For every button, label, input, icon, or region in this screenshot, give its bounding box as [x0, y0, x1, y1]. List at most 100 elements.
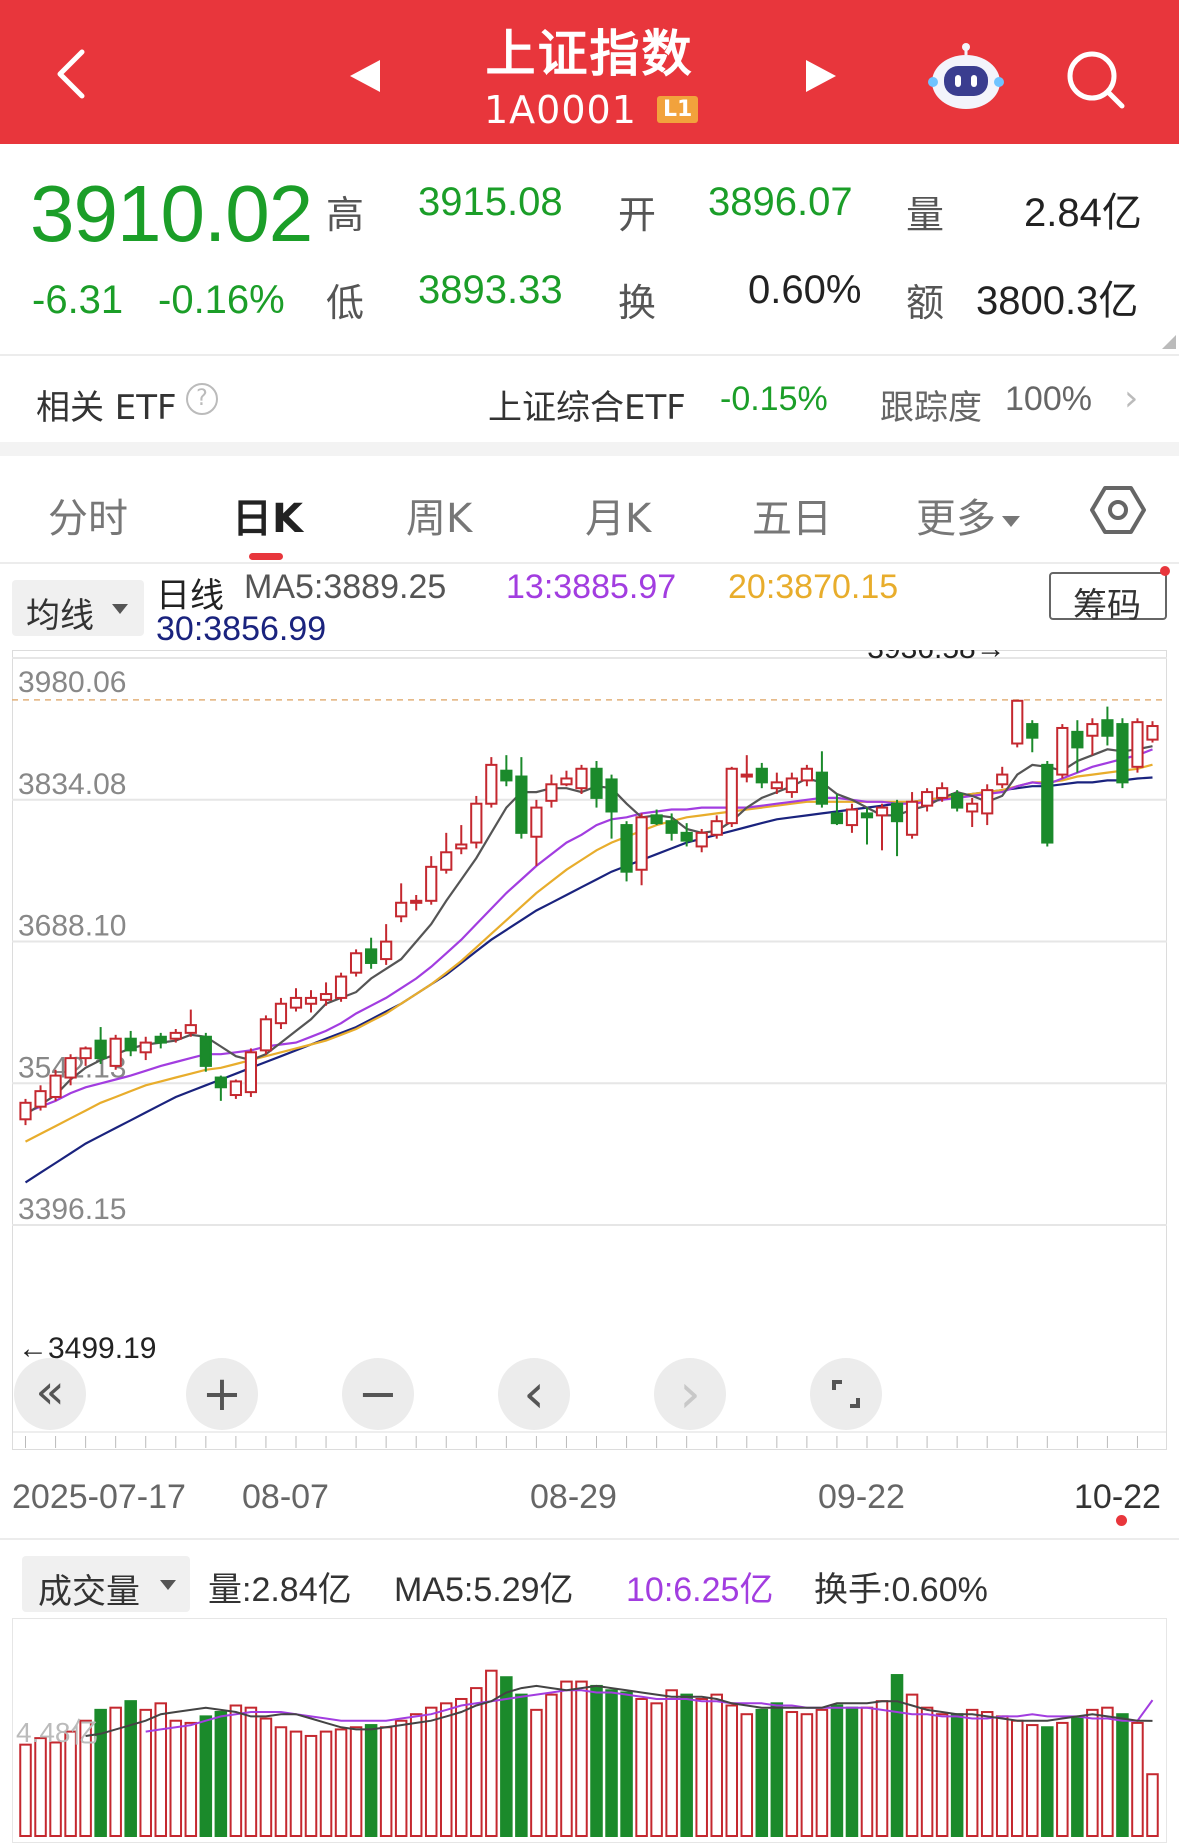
tab-intraday[interactable]: 分时	[48, 486, 128, 544]
volume-bar	[184, 1721, 198, 1837]
search-icon[interactable]	[1062, 46, 1128, 112]
latest-date-dot	[1116, 1515, 1127, 1526]
volume-bar	[1101, 1706, 1114, 1837]
robot-assistant-icon[interactable]	[928, 42, 1004, 112]
volume-value: 2.84亿	[1024, 191, 1142, 235]
fullscreen-button[interactable]	[810, 1358, 882, 1430]
low-label: 低	[326, 281, 365, 325]
scroll-right-button[interactable]: ›	[654, 1358, 726, 1430]
tab-daily-k[interactable]: 日K	[232, 486, 303, 544]
volume-bar	[349, 1726, 363, 1837]
chevron-right-icon: ›	[679, 1362, 701, 1425]
double-chevron-left-icon: «	[35, 1364, 65, 1420]
tracking-value: 100%	[1005, 380, 1092, 418]
tab-monthly-k[interactable]: 月K	[585, 486, 651, 544]
tab-weekly-k[interactable]: 周K	[406, 486, 472, 544]
candle-body	[890, 802, 904, 823]
turnover-value: 0.60%	[748, 268, 862, 312]
volume-bar	[1041, 1726, 1054, 1837]
candle-body	[710, 820, 723, 836]
volume-bar	[890, 1674, 904, 1837]
volume-bar	[364, 1724, 378, 1837]
candle-body	[875, 806, 889, 817]
candle-body	[1071, 730, 1084, 749]
y-tick-label: 3688.10	[18, 910, 126, 943]
zoom-in-button[interactable]: +	[186, 1358, 258, 1430]
volume-ma5: MA5:5.29亿	[394, 1571, 574, 1609]
ma20-value: 20:3870.15	[728, 568, 899, 606]
volume-bar	[259, 1717, 273, 1837]
top-nav-bar: 上证指数 1A0001 L1	[0, 0, 1179, 144]
ma-dropdown[interactable]: 均线	[12, 580, 144, 636]
candle-body	[229, 1080, 242, 1097]
tracking-label: 跟踪度	[880, 388, 982, 428]
volume-bar	[920, 1706, 934, 1837]
chip-button-label: 筹码	[1073, 586, 1141, 626]
chip-distribution-button[interactable]: 筹码	[1049, 572, 1167, 626]
volume-current: 量:2.84亿	[208, 1571, 352, 1609]
candle-body	[740, 773, 753, 778]
tab-five-day[interactable]: 五日	[752, 486, 832, 544]
current-price: 3910.02	[30, 169, 313, 258]
date-label: 08-07	[242, 1478, 329, 1516]
candle-body	[259, 1018, 273, 1052]
volume-bar	[905, 1693, 919, 1837]
collapse-button[interactable]: «	[14, 1358, 86, 1430]
volume-bar	[1056, 1721, 1069, 1837]
volume-bar	[545, 1693, 558, 1837]
date-label: 08-29	[530, 1478, 617, 1516]
ma30-line	[24, 776, 1153, 1184]
volume-bar	[875, 1700, 889, 1838]
volume-ma10: 10:6.25亿	[626, 1571, 774, 1609]
candle-body	[184, 1024, 197, 1034]
candle-body	[1116, 723, 1129, 784]
candle-body	[620, 824, 633, 873]
candle-body	[214, 1076, 227, 1089]
candlestick-chart[interactable]: 3980.063834.083688.103542.133396.153936.…	[12, 650, 1167, 1450]
date-label: 10-22	[1074, 1478, 1161, 1516]
volume-indicator-dropdown[interactable]: 成交量	[22, 1556, 190, 1612]
scroll-left-button[interactable]: ‹	[498, 1358, 570, 1430]
help-icon[interactable]: ?	[186, 383, 218, 415]
zoom-out-button[interactable]: −	[342, 1358, 414, 1430]
candle-body	[800, 767, 813, 782]
candle-body	[755, 767, 768, 784]
candle-body	[996, 773, 1009, 786]
volume-bar	[755, 1708, 769, 1837]
candle-body	[815, 771, 829, 805]
volume-dropdown-label: 成交量	[38, 1572, 140, 1612]
candle-body	[725, 767, 738, 825]
settings-hexagon-icon[interactable]	[1090, 482, 1146, 538]
volume-axis-label: 4.48亿	[16, 1717, 99, 1748]
fullscreen-icon	[832, 1380, 860, 1408]
volume-bar	[304, 1734, 318, 1837]
volume-bar	[950, 1713, 964, 1837]
y-tick-label: 3834.08	[18, 768, 126, 801]
volume-bar	[109, 1706, 122, 1837]
chevron-right-icon[interactable]: ›	[1124, 378, 1138, 419]
volume-bar	[725, 1704, 739, 1837]
y-tick-label: 3980.06	[18, 666, 126, 699]
candle-body	[1056, 726, 1069, 776]
volume-bar	[740, 1713, 754, 1837]
low-value: 3893.33	[418, 268, 563, 312]
volume-bar	[274, 1726, 288, 1837]
volume-bar	[379, 1726, 393, 1837]
amount-value: 3800.3亿	[976, 279, 1139, 323]
volume-bar	[154, 1702, 168, 1837]
volume-chart[interactable]: 4.48亿	[12, 1618, 1167, 1843]
candle-body	[395, 901, 408, 918]
candle-body	[274, 1002, 288, 1025]
expand-corner-icon[interactable]	[1162, 335, 1176, 349]
volume-bar	[590, 1684, 603, 1837]
candle-body	[319, 993, 333, 1001]
candle-body	[349, 952, 363, 974]
related-etf-label: 相关 ETF	[36, 388, 177, 428]
volume-bar	[394, 1719, 408, 1837]
etf-name[interactable]: 上证综合ETF	[488, 380, 686, 429]
candle-body	[410, 899, 423, 904]
tab-more[interactable]: 更多	[916, 486, 1020, 544]
next-stock-icon[interactable]	[800, 56, 840, 96]
candle-body	[365, 948, 378, 964]
candle-body	[635, 816, 648, 871]
